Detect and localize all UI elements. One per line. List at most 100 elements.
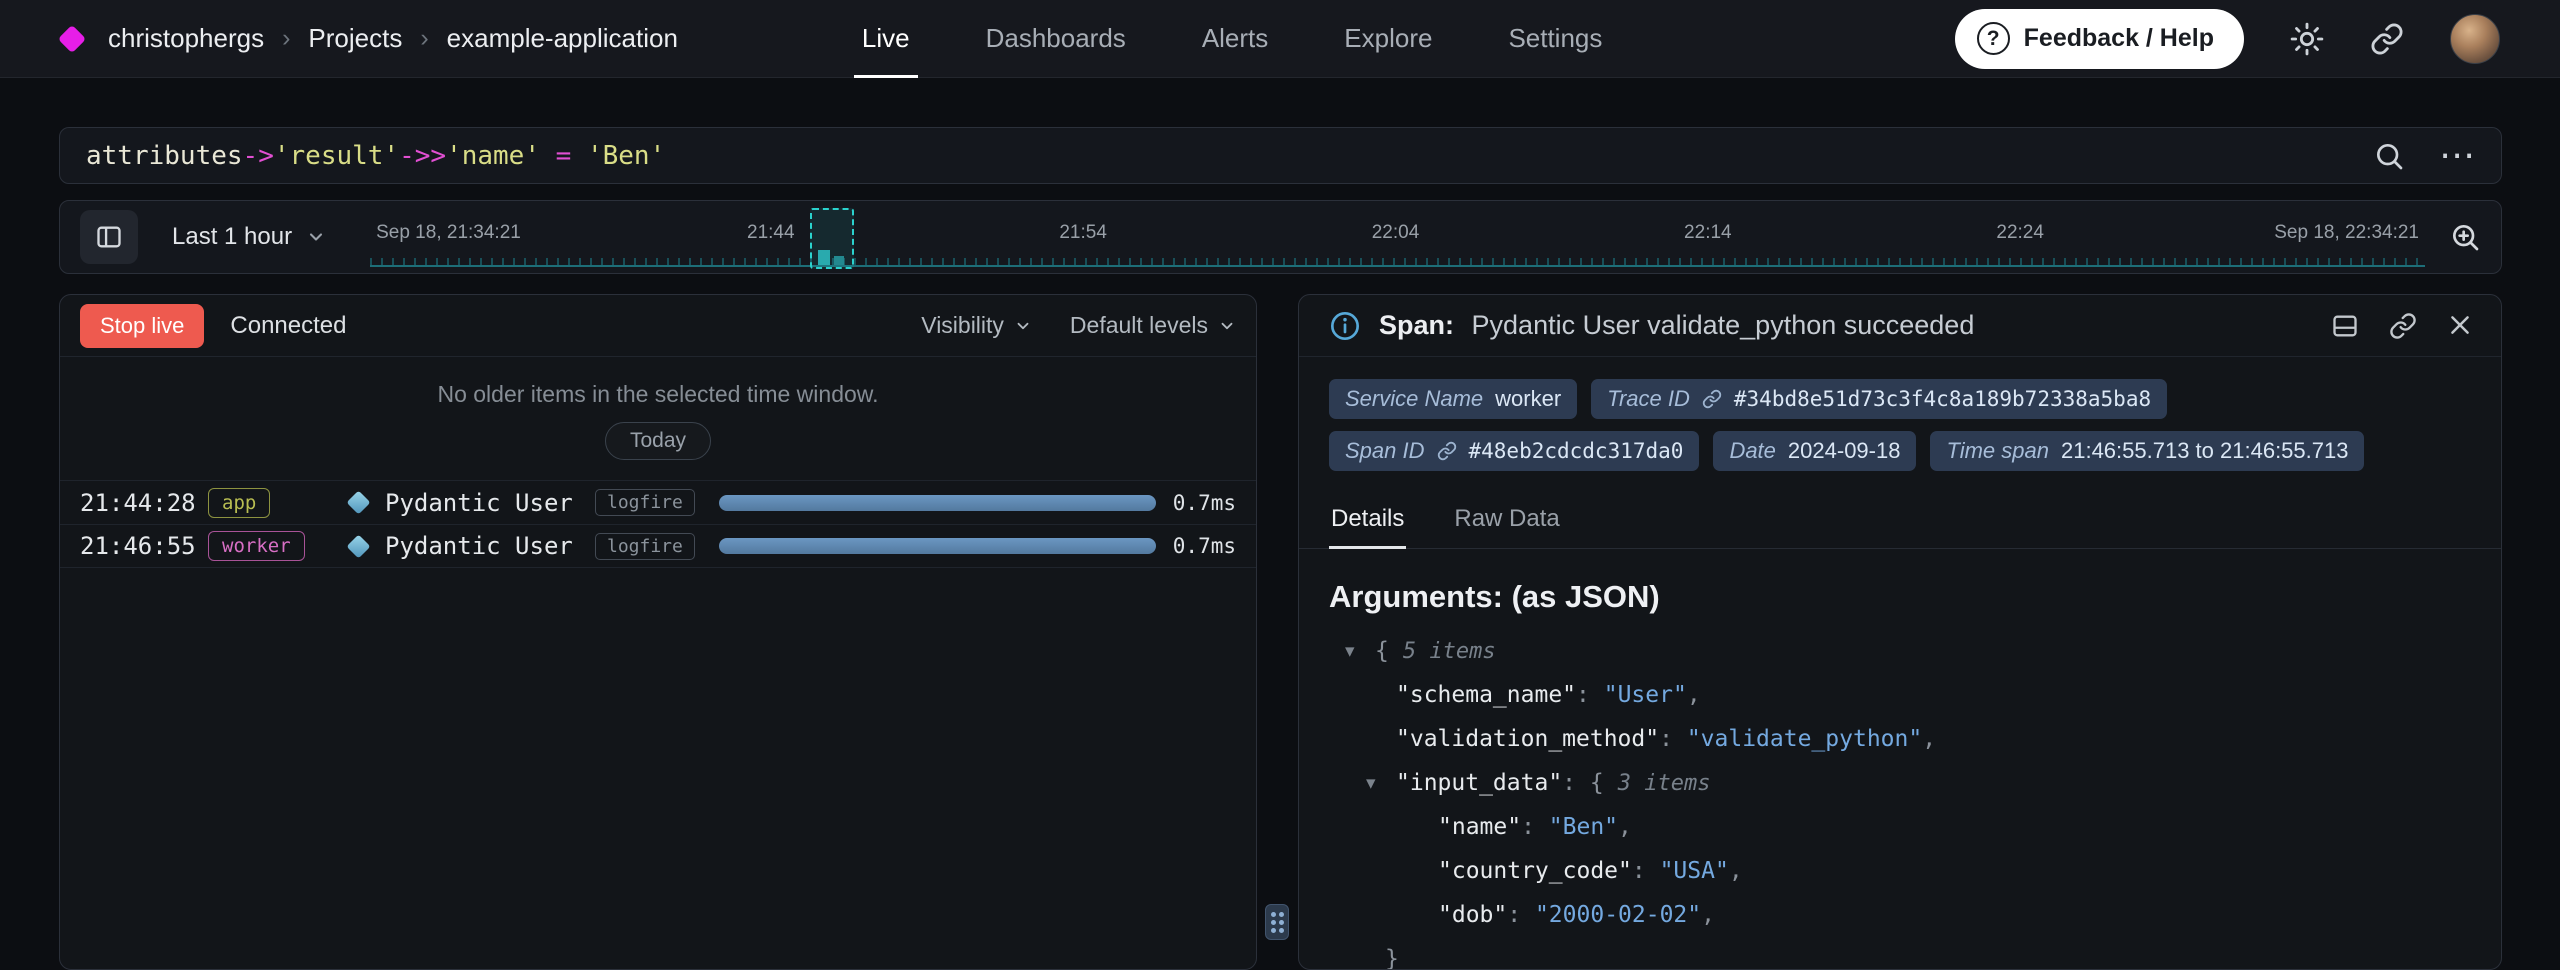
json-key: "country_code" [1438,858,1632,884]
nav-tab-alerts[interactable]: Alerts [1202,0,1268,78]
span-diamond-icon [346,490,370,514]
collapse-caret-icon[interactable]: ▾ [1366,772,1396,794]
logfire-logo-icon[interactable] [58,24,86,52]
json-key: "name" [1438,814,1521,840]
more-options-icon[interactable]: ⋯ [2439,146,2475,166]
sidebar-toggle-button[interactable] [80,210,138,264]
log-row[interactable]: 21:44:28 app Pydantic User logfire 0.7ms [60,480,1256,524]
breadcrumb-project[interactable]: example-application [447,23,678,54]
panel-resize-handle[interactable] [1265,904,1289,940]
timeline: Last 1 hour Sep 18, 21:34:21 21:44 21:54… [59,200,2502,274]
json-value: "USA" [1660,858,1729,884]
span-name: Pydantic User [385,489,595,517]
feedback-help-button[interactable]: ? Feedback / Help [1955,9,2244,69]
query-token: 'result' [274,141,399,171]
json-line: "schema_name": "User", [1329,673,2471,717]
json-value: "User" [1604,682,1687,708]
json-key: "input_data" [1396,770,1562,796]
trace-id-badge[interactable]: Trace ID #34bd8e51d73c3f4c8a189b72338a5b… [1591,379,2167,419]
timeline-tick: 22:14 [1684,222,1732,244]
stop-live-button[interactable]: Stop live [80,304,204,348]
json-key: "dob" [1438,902,1507,928]
live-log-panel: Stop live Connected Visibility Default l… [59,294,1257,970]
json-line: } [1329,937,2471,969]
span-name: Pydantic User [385,532,595,560]
json-line: ▾{5 items [1329,629,2471,673]
json-line: "country_code": "USA", [1329,849,2471,893]
breadcrumb: christophergs › Projects › example-appli… [108,23,678,54]
timeline-selection[interactable] [810,208,854,269]
live-panel-header: Stop live Connected Visibility Default l… [60,295,1256,357]
user-avatar[interactable] [2450,14,2500,64]
timeline-tick: Sep 18, 22:34:21 [2274,222,2419,244]
zoom-in-icon[interactable] [2449,221,2481,253]
time-span-badge: Time span 21:46:55.713 to 21:46:55.713 [1930,431,2364,471]
log-row[interactable]: 21:46:55 worker Pydantic User logfire 0.… [60,524,1256,568]
timeline-tick: 22:24 [1996,222,2044,244]
nav-tab-live[interactable]: Live [862,0,910,78]
query-token: 'name' [446,141,540,171]
breadcrumb-org[interactable]: christophergs [108,23,264,54]
breadcrumb-projects[interactable]: Projects [308,23,402,54]
timeline-track[interactable]: Sep 18, 21:34:21 21:44 21:54 22:04 22:14… [370,201,2425,273]
search-icon[interactable] [2373,140,2405,172]
query-text: attributes->'result'->>'name' = 'Ben' [86,141,665,171]
tab-details[interactable]: Details [1329,495,1406,548]
span-duration-bar[interactable] [719,495,1156,511]
close-icon[interactable] [2447,312,2473,340]
env-tag: app [208,488,270,518]
query-input[interactable]: attributes->'result'->>'name' = 'Ben' ⋯ [59,127,2502,184]
badge-label: Trace ID [1607,386,1690,412]
span-duration-bar[interactable] [719,538,1156,554]
json-value: "Ben" [1549,814,1618,840]
query-token: = [540,141,587,171]
nav-tab-settings[interactable]: Settings [1508,0,1602,78]
link-icon[interactable] [1437,441,1457,461]
json-tree: ▾{5 items "schema_name": "User", "valida… [1329,629,2471,969]
span-id-badge[interactable]: Span ID #48eb2cdcdc317da0 [1329,431,1699,471]
span-diamond-icon [346,534,370,558]
detail-title: Span: Pydantic User validate_python succ… [1379,310,1974,341]
json-value: "2000-02-02" [1535,902,1701,928]
item-count: 3 items [1618,771,1711,796]
detail-title-text: Pydantic User validate_python succeeded [1472,310,1975,340]
timeline-tick: 21:54 [1059,222,1107,244]
link-icon[interactable] [1702,389,1722,409]
dock-view-icon[interactable] [2331,312,2359,340]
span-detail-panel: Span: Pydantic User validate_python succ… [1298,294,2502,970]
main-area: Stop live Connected Visibility Default l… [59,294,2502,970]
default-levels-dropdown[interactable]: Default levels [1070,312,1236,339]
chevron-down-icon [1014,317,1032,335]
theme-toggle-sun-icon[interactable] [2290,22,2324,56]
tab-raw-data[interactable]: Raw Data [1452,495,1561,548]
today-button[interactable]: Today [605,422,711,460]
timeline-tick: 22:04 [1372,222,1420,244]
collapse-caret-icon[interactable]: ▾ [1345,640,1375,662]
detail-tabs: Details Raw Data [1299,495,2501,549]
timeline-baseline [370,265,2425,267]
badge-value: #34bd8e51d73c3f4c8a189b72338a5ba8 [1734,387,2151,411]
time-range-select[interactable]: Last 1 hour [172,223,326,251]
detail-title-label: Span: [1379,310,1454,340]
query-token: 'Ben' [587,141,665,171]
nav-tab-explore[interactable]: Explore [1344,0,1432,78]
feedback-help-label: Feedback / Help [2024,24,2214,53]
empty-message: No older items in the selected time wind… [60,381,1256,408]
logfire-app: christophergs › Projects › example-appli… [0,0,2560,970]
share-link-icon[interactable] [2370,22,2404,56]
nav-tab-dashboards[interactable]: Dashboards [986,0,1126,78]
json-line: "validation_method": "validate_python", [1329,717,2471,761]
copy-link-icon[interactable] [2389,312,2417,340]
detail-content: Arguments: (as JSON) ▾{5 items "schema_n… [1299,549,2501,969]
chevron-right-icon: › [420,24,428,53]
detail-header-actions [2331,312,2473,340]
time-range-label: Last 1 hour [172,223,292,251]
visibility-dropdown[interactable]: Visibility [921,312,1032,339]
visibility-label: Visibility [921,312,1004,339]
query-token: -> [243,141,274,171]
chevron-down-icon [1218,317,1236,335]
json-key: "schema_name" [1396,682,1576,708]
badge-value: #48eb2cdcdc317da0 [1469,439,1684,463]
env-tag: worker [208,531,305,561]
timeline-ruler [370,258,2425,265]
